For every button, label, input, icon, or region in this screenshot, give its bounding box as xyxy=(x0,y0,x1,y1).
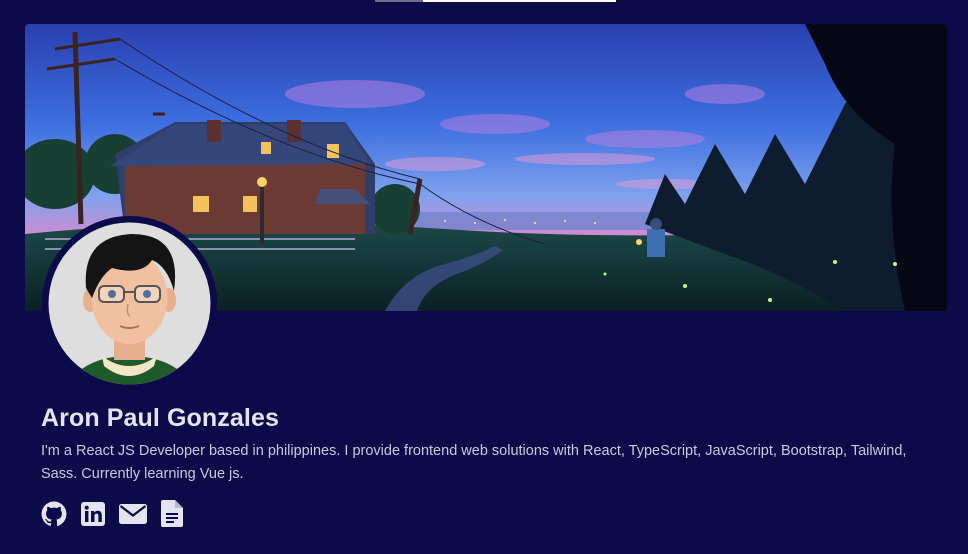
email-link[interactable] xyxy=(119,503,147,525)
github-icon xyxy=(41,501,67,526)
profile-name: Aron Paul Gonzales xyxy=(41,404,279,432)
profile-bio: I'm a React JS Developer based in philip… xyxy=(41,443,907,482)
document-icon xyxy=(161,500,183,527)
social-links xyxy=(41,500,197,527)
resume-link[interactable] xyxy=(161,500,183,527)
top-progress-segment xyxy=(375,0,423,2)
linkedin-icon xyxy=(81,501,105,526)
linkedin-link[interactable] xyxy=(81,501,105,526)
github-link[interactable] xyxy=(41,501,67,527)
profile-avatar xyxy=(42,216,217,391)
envelope-icon xyxy=(119,503,147,524)
top-progress-bar xyxy=(375,0,616,2)
